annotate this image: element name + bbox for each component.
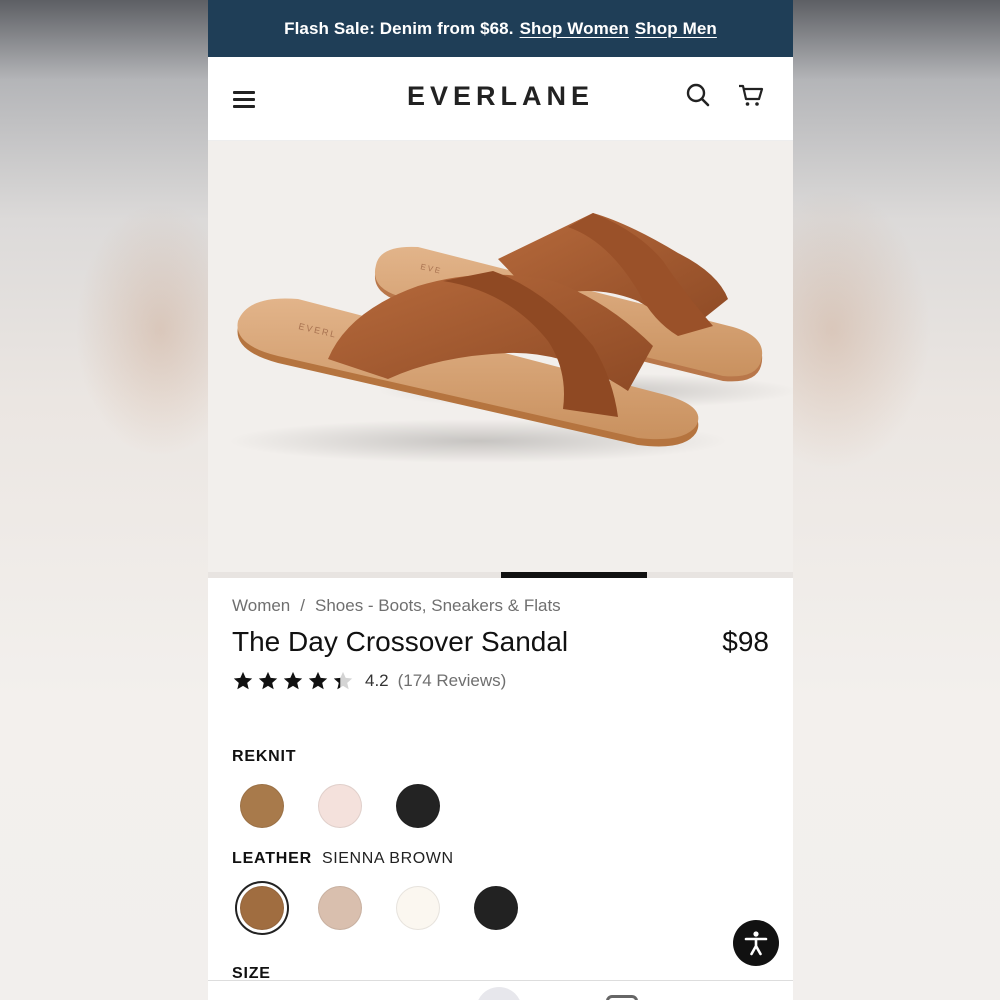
star-icon [308,671,328,690]
reknit-label: REKNIT [232,748,297,765]
star-icon [258,671,278,690]
reknit-swatch-tan[interactable] [240,784,284,828]
rating-value: 4.2 [365,671,389,690]
star-rating [232,670,354,692]
selected-color-name: SIENNA BROWN [321,850,454,867]
star-icon [233,671,253,690]
product-price: $98 [722,626,769,657]
reknit-swatch-black[interactable] [396,784,440,828]
breadcrumb-women[interactable]: Women [232,596,290,616]
leather-swatches [232,886,769,930]
breadcrumb-shoes[interactable]: Shoes - Boots, Sneakers & Flats [315,596,561,616]
leather-swatch-nude[interactable] [318,886,362,930]
sandal-product-photo: EVERL EVE [228,213,793,463]
reviews-link[interactable]: (174 Reviews) [398,671,507,691]
leather-swatch-sienna-brown[interactable] [240,886,284,930]
bottom-nav-item[interactable] [606,995,638,1000]
background-blur-left [0,0,208,1000]
title-row: The Day Crossover Sandal $98 [232,626,769,658]
bottom-nav-bar [208,980,793,1000]
promo-banner: Flash Sale: Denim from $68. Shop Women S… [208,0,793,57]
product-title: The Day Crossover Sandal [232,626,569,657]
reknit-swatches [232,784,769,828]
leather-label-row: LEATHER SIENNA BROWN [232,850,769,868]
search-icon[interactable] [684,81,712,109]
accessibility-icon [744,931,768,956]
bottom-nav-item[interactable] [476,987,522,1000]
partial-star-icon [333,671,353,690]
promo-text: Flash Sale: Denim from $68. [284,18,514,38]
leather-swatch-white[interactable] [396,886,440,930]
shop-women-link[interactable]: Shop Women [520,19,629,39]
product-page: Flash Sale: Denim from $68. Shop Women S… [208,0,793,1000]
breadcrumb: Women / Shoes - Boots, Sneakers & Flats [232,596,769,616]
reknit-swatch-blush[interactable] [318,784,362,828]
star-icon [283,671,303,690]
accessibility-button[interactable] [733,920,779,966]
leather-swatch-black[interactable] [474,886,518,930]
shop-men-link[interactable]: Shop Men [635,19,717,39]
site-header: EVERLANE [208,57,793,141]
background-blur-right [792,0,1000,1000]
rating-row[interactable]: 4.2 (174 Reviews) [232,670,769,692]
breadcrumb-separator: / [300,596,305,615]
carousel-indicator[interactable] [501,572,647,578]
cart-icon[interactable] [737,81,765,109]
product-image-carousel[interactable]: EVERL EVE [208,141,793,578]
leather-label: LEATHER [232,850,312,867]
product-details: Women / Shoes - Boots, Sneakers & Flats … [208,578,793,930]
